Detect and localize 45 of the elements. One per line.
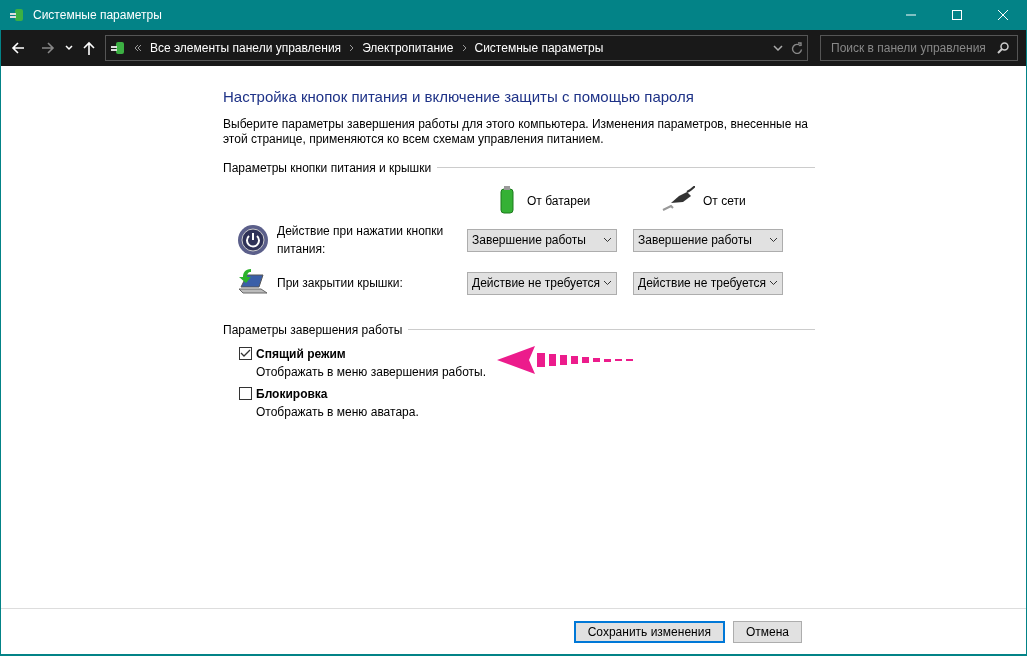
search-field[interactable]: Поиск в панели управления bbox=[820, 35, 1018, 61]
caret-icon bbox=[769, 237, 778, 243]
back-arrow-icon bbox=[11, 41, 25, 55]
caret-icon bbox=[603, 237, 612, 243]
dropdown[interactable]: Действие не требуется bbox=[633, 271, 783, 295]
option-label[interactable]: Спящий режим bbox=[256, 344, 346, 363]
description-text: Выберите параметры завершения работы для этого компьютера. Изменения параметров, внесенные на этой странице, применяются ко всем схемам управления питанием. bbox=[223, 116, 809, 147]
dropdown[interactable]: Завершение работы bbox=[633, 228, 783, 252]
search-icon bbox=[997, 42, 1009, 54]
checkbox[interactable] bbox=[239, 387, 252, 400]
forward-arrow-icon bbox=[41, 41, 55, 55]
save-button[interactable]: Сохранить изменения bbox=[573, 620, 725, 643]
caret-icon bbox=[65, 45, 73, 51]
caret-icon bbox=[769, 280, 778, 286]
caret-icon bbox=[603, 280, 612, 286]
setting-label: Действие при нажатии кнопки питания: bbox=[277, 223, 445, 258]
column-label: От батареи bbox=[527, 192, 591, 210]
checkbox[interactable] bbox=[239, 347, 252, 360]
refresh-icon[interactable] bbox=[791, 41, 803, 55]
breadcrumb-link[interactable]: Все элементы панели управления bbox=[150, 39, 342, 57]
up-arrow-icon bbox=[83, 41, 95, 55]
dropdown[interactable]: Действие не требуется bbox=[467, 271, 617, 295]
column-label: От сети bbox=[703, 192, 746, 210]
power-button-icon bbox=[237, 224, 269, 256]
power-options-icon bbox=[9, 7, 25, 23]
breadcrumb-link[interactable]: Электропитание bbox=[362, 39, 454, 57]
power-options-icon bbox=[110, 40, 126, 56]
option-hint: Отображать в меню аватара. bbox=[255, 403, 420, 421]
section-title: Параметры кнопки питания и крышки bbox=[223, 159, 432, 177]
maximize-icon bbox=[951, 9, 963, 21]
close-icon bbox=[997, 9, 1009, 21]
option-hint: Отображать в меню завершения работы. bbox=[255, 363, 487, 381]
option-label[interactable]: Блокировка bbox=[256, 384, 328, 403]
chevron-icon bbox=[134, 45, 142, 51]
window-title: Системные параметры bbox=[33, 7, 162, 24]
address-bar[interactable]: Все элементы панели управления Электропитание Системные параметры bbox=[105, 35, 808, 61]
setting-label: При закрытии крышки: bbox=[277, 275, 404, 292]
dropdown-icon[interactable] bbox=[773, 45, 783, 51]
chevron-icon bbox=[461, 44, 467, 52]
breadcrumb-link[interactable]: Системные параметры bbox=[474, 39, 604, 57]
chevron-icon bbox=[349, 44, 355, 52]
dropdown[interactable]: Завершение работы bbox=[467, 228, 617, 252]
page-heading: Настройка кнопок питания и включение защиты с помощью пароля bbox=[223, 87, 695, 107]
section-title: Параметры завершения работы bbox=[223, 321, 403, 339]
cancel-button[interactable]: Отмена bbox=[732, 620, 802, 643]
